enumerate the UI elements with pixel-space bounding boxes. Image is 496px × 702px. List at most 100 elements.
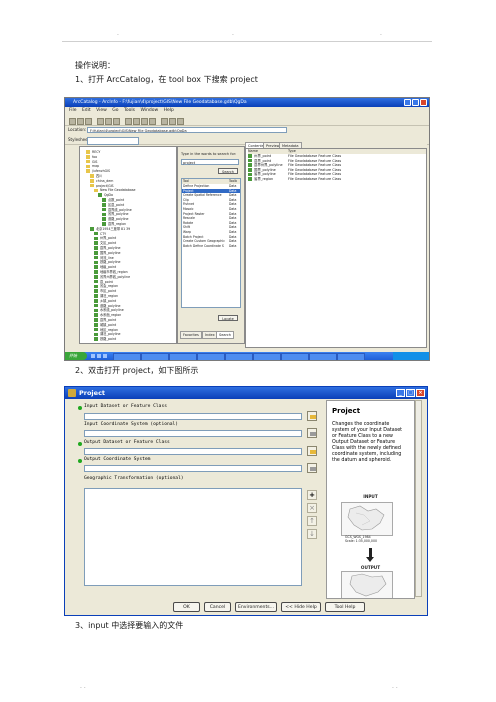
feature-class-icon — [94, 270, 98, 274]
tree-item-label: New File Geodatabase — [100, 188, 136, 193]
menu-edit[interactable]: Edit — [82, 108, 91, 113]
folder-icon — [90, 183, 94, 188]
content-name: 县界_point — [254, 158, 272, 163]
tool-results-header: Tool Toolb — [182, 179, 240, 184]
output-dataset-label: Output Dataset or Feature Class — [84, 440, 170, 445]
paste-icon[interactable] — [105, 118, 112, 125]
input-caption-2: Scale: 1:35,000,000 — [345, 539, 378, 543]
command-line-icon[interactable] — [177, 118, 184, 125]
tree-item-label: 湖泊_region — [100, 294, 119, 298]
toolbox-icon[interactable] — [169, 118, 176, 125]
tree-item-label: 铁路_polyline — [100, 260, 121, 265]
input-coordsys-button[interactable] — [307, 428, 317, 438]
tab-favorites[interactable]: Favorites — [180, 331, 202, 339]
minimize-icon[interactable] — [404, 99, 411, 106]
taskbar-item[interactable] — [281, 353, 309, 360]
location-input[interactable]: F:\fujian\4\project\GIS\New File Geodata… — [87, 127, 287, 133]
move-down-icon[interactable]: ↓ — [307, 529, 317, 539]
large-icons-icon[interactable] — [125, 118, 132, 125]
feature-class-icon — [94, 299, 98, 303]
search-input[interactable]: project — [181, 159, 239, 165]
input-coordsys-label: Input Coordinate System (optional) — [84, 422, 179, 427]
input-browse-button[interactable] — [307, 411, 317, 421]
input-dataset-field[interactable] — [84, 413, 302, 420]
menu-tools[interactable]: Tools — [124, 108, 135, 113]
taskbar-item[interactable] — [309, 353, 337, 360]
menu-view[interactable]: View — [96, 108, 107, 113]
maximize-icon[interactable]: □ — [406, 389, 415, 397]
folder-icon — [86, 150, 90, 154]
menu-go[interactable]: Go — [112, 108, 118, 113]
tool-col-header: Tool — [183, 179, 190, 183]
tool-name: Clip — [183, 197, 189, 202]
quicklaunch-icon[interactable] — [91, 354, 95, 358]
add-icon[interactable]: + — [307, 490, 317, 500]
tree-item-label: 河流_line — [100, 255, 114, 260]
tab-search[interactable]: Search — [216, 331, 235, 339]
taskbar-item[interactable] — [113, 353, 141, 360]
ok-button[interactable]: OK — [173, 602, 200, 612]
feature-class-icon — [94, 255, 98, 260]
thumbnails-icon[interactable] — [149, 118, 156, 125]
close-icon[interactable] — [420, 99, 427, 106]
stylesheet-select[interactable] — [87, 136, 139, 145]
content-name: 省界_polyline — [254, 172, 276, 177]
project-dialog-title: Project — [79, 389, 106, 397]
remove-icon[interactable]: × — [307, 503, 317, 513]
launch-arcmap-icon[interactable] — [161, 118, 168, 125]
search-button[interactable]: Search — [218, 168, 238, 174]
feature-class-icon — [94, 275, 98, 279]
tool-result-row[interactable]: Batch Define Coordinate S Data — [182, 244, 240, 249]
output-browse-button[interactable] — [307, 446, 317, 456]
taskbar-item[interactable] — [197, 353, 225, 360]
feature-class-icon — [94, 313, 98, 317]
menu-file[interactable]: File — [69, 108, 77, 113]
minimize-icon[interactable]: _ — [396, 389, 405, 397]
tree-item-label: project\GIS — [96, 183, 114, 188]
delete-icon[interactable] — [113, 118, 120, 125]
move-up-icon[interactable]: ↑ — [307, 516, 317, 526]
quicklaunch-icon[interactable] — [103, 354, 107, 358]
copy-icon[interactable] — [97, 118, 104, 125]
tree-item-label: foo — [92, 154, 98, 159]
list-icon[interactable] — [133, 118, 140, 125]
content-name: 省界_region — [254, 177, 274, 181]
step-2-text: 2、双击打开 project，如下图所示 — [75, 366, 199, 375]
taskbar-item[interactable] — [169, 353, 197, 360]
tree-item-label: map — [92, 164, 100, 169]
taskbar-item[interactable] — [337, 353, 365, 360]
hide-help-button[interactable]: << Hide Help — [281, 602, 321, 612]
menu-window[interactable]: Window — [140, 108, 158, 113]
tree-item[interactable]: 铁路_point — [94, 337, 116, 342]
feature-class-icon — [94, 327, 98, 332]
tool-name: Shift — [183, 225, 191, 230]
output-coordsys-field[interactable] — [84, 465, 302, 472]
feature-class-icon — [94, 318, 98, 322]
cancel-button[interactable]: Cancel — [204, 602, 231, 612]
quicklaunch-icon[interactable] — [97, 354, 101, 358]
locate-button[interactable]: Locate — [218, 315, 238, 321]
output-coordsys-label: Output Coordinate System — [84, 457, 151, 462]
taskbar-item[interactable] — [141, 353, 169, 360]
menubar: File Edit View Go Tools Window Help — [65, 107, 429, 115]
taskbar-item[interactable] — [225, 353, 253, 360]
up-icon[interactable] — [69, 118, 76, 125]
feature-class-icon — [94, 284, 98, 289]
connect-icon[interactable] — [77, 118, 84, 125]
details-icon[interactable] — [141, 118, 148, 125]
help-scrollbar[interactable] — [415, 400, 422, 597]
menu-help[interactable]: Help — [164, 108, 174, 113]
taskbar-item[interactable] — [253, 353, 281, 360]
output-coordsys-button[interactable] — [307, 463, 317, 473]
input-coordsys-field[interactable] — [84, 430, 302, 437]
disconnect-icon[interactable] — [85, 118, 92, 125]
start-button[interactable]: 开始 — [65, 352, 87, 360]
close-icon[interactable]: × — [416, 389, 425, 397]
maximize-icon[interactable] — [412, 99, 419, 106]
environments-button[interactable]: Environments... — [235, 602, 277, 612]
content-row[interactable]: 省界_region File Geodatabase Feature Class — [248, 177, 426, 182]
input-map-image — [341, 502, 393, 536]
tool-help-button[interactable]: Tool Help — [325, 602, 365, 612]
geo-transform-list[interactable] — [84, 488, 302, 586]
output-dataset-field[interactable] — [84, 448, 302, 455]
